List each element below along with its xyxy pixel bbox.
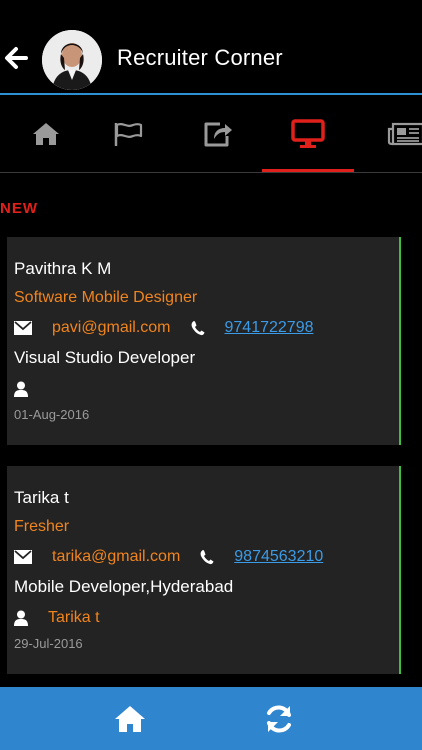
monitor-icon: [291, 118, 325, 148]
page-title: Recruiter Corner: [117, 45, 283, 70]
tab-flag[interactable]: [82, 95, 174, 172]
candidate-description: Mobile Developer,Hyderabad: [14, 577, 234, 596]
candidate-phone[interactable]: 9741722798: [225, 319, 314, 337]
home-icon: [115, 705, 145, 732]
tab-news[interactable]: [360, 95, 422, 172]
bottom-action-bar: [0, 687, 422, 750]
tab-home[interactable]: [0, 95, 92, 172]
avatar[interactable]: [42, 30, 102, 90]
home-icon: [33, 122, 59, 145]
mail-icon: [14, 321, 32, 335]
tab-monitor[interactable]: [262, 95, 354, 172]
refresh-icon: [267, 705, 291, 732]
contact-row: pavi@gmail.com 9741722798: [14, 318, 313, 338]
candidate-email[interactable]: pavi@gmail.com: [52, 319, 171, 337]
profile-photo: [42, 30, 102, 90]
flag-icon: [114, 122, 143, 146]
share-icon: [204, 122, 232, 146]
contact-row: tarika@gmail.com 9874563210: [14, 547, 323, 567]
user-icon: [14, 610, 28, 626]
candidate-email[interactable]: tarika@gmail.com: [52, 548, 180, 566]
posted-by-name: Tarika t: [48, 609, 100, 626]
back-arrow-icon[interactable]: [0, 40, 30, 76]
section-label-new: NEW: [0, 200, 38, 217]
refresh-button[interactable]: [249, 687, 309, 750]
posted-by-row: Tarika t: [14, 608, 100, 628]
posted-by-row: [14, 379, 48, 399]
candidate-description: Visual Studio Developer: [14, 348, 196, 367]
tab-share[interactable]: [172, 95, 264, 172]
phone-icon: [200, 550, 214, 565]
candidate-role: Fresher: [14, 518, 70, 535]
home-button[interactable]: [100, 687, 160, 750]
candidate-card[interactable]: Pavithra K M Software Mobile Designer pa…: [7, 237, 401, 445]
mail-icon: [14, 550, 32, 564]
candidate-name: Pavithra K M: [14, 259, 112, 278]
candidate-card[interactable]: Tarika t Fresher tarika@gmail.com 987456…: [7, 466, 401, 674]
phone-icon: [191, 321, 204, 336]
tab-bar: [0, 95, 422, 173]
app-header: Recruiter Corner: [0, 0, 422, 95]
candidate-date: 29-Jul-2016: [14, 636, 83, 651]
candidate-phone[interactable]: 9874563210: [234, 548, 323, 566]
candidate-name: Tarika t: [14, 488, 69, 507]
user-icon: [14, 381, 28, 397]
newspaper-icon: [387, 122, 422, 145]
candidate-role: Software Mobile Designer: [14, 289, 198, 306]
candidate-date: 01-Aug-2016: [14, 407, 90, 422]
